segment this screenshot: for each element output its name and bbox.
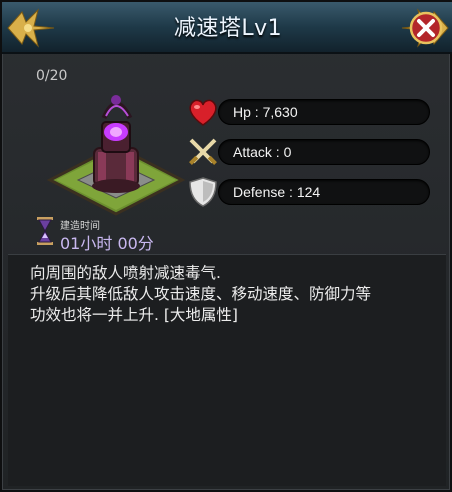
hp-stat: Hp : 7,630 [186,96,436,126]
attack-stat: Attack : 0 [186,136,436,166]
hp-value: Hp : 7,630 [233,104,298,120]
shield-icon [189,177,217,207]
attack-value: Attack : 0 [233,144,292,160]
defense-value: Defense : 124 [233,184,321,200]
heart-icon [189,99,217,126]
building-info-window: 减速塔Lv1 0/20 Hp : 7,630 Attack: 0 Defens… [0,0,452,492]
window-title: 减速塔Lv1 [173,16,283,41]
hourglass-icon [37,217,53,245]
title-bar: 减速塔Lv1 [2,2,452,54]
build-time-value: 01小时 00分 [60,234,154,253]
level-count: 0/20 [36,68,68,84]
description-line: 向周围的敌人喷射减速毒气. [30,264,221,282]
close-button[interactable] [396,4,452,52]
defense-stat: Defense : 124 [186,176,436,207]
crossed-swords-icon [189,138,217,165]
slow-tower-icon [46,95,186,216]
gold-ornament-icon [7,8,55,48]
description-line: 升级后其降低敌人攻击速度、移动速度、防御力等 [30,285,372,303]
description-line: 功效也将一并上升. [大地属性] [30,306,238,324]
